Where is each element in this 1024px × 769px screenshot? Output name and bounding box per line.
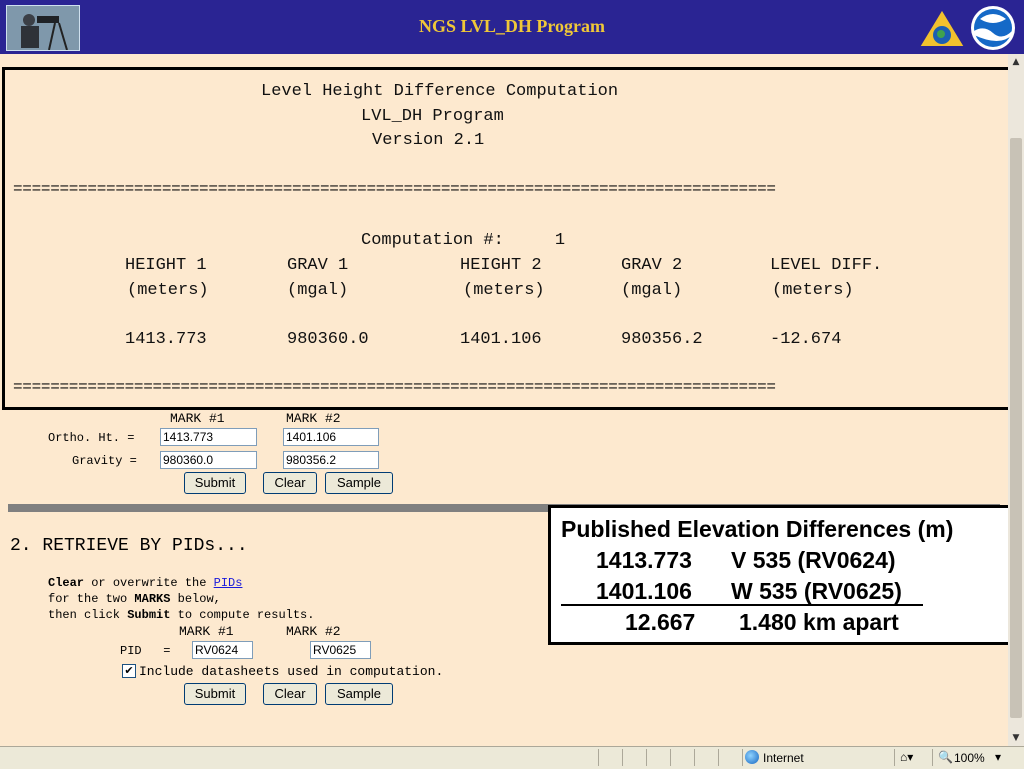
published-sum-rule [561,604,923,606]
result-separator-bottom: ========================================… [13,378,776,396]
form2-submit-button[interactable]: Submit [184,683,246,705]
header-height-1: HEIGHT 1 [125,256,207,275]
instr-text-1: or overwrite the [84,576,214,590]
unit-height-1: (meters) [127,281,209,300]
form2-sample-button[interactable]: Sample [325,683,393,705]
header-banner: NGS LVL_DH Program [0,0,1024,54]
ortho-ht-label: Ortho. Ht. = [48,431,135,445]
value-grav-2: 980356.2 [621,330,703,349]
status-cell [694,749,719,766]
gravity-mark2-input[interactable]: 980356.2 [283,451,379,469]
published-distance: 1.480 km apart [739,609,899,635]
include-datasheets-checkbox[interactable]: ✔ [122,664,136,678]
zoom-magnifier-icon[interactable]: 🔍 [938,750,953,764]
form2-mark1-label: MARK #1 [179,624,234,639]
instr-text-4: then click [48,608,128,622]
status-cell [622,749,647,766]
value-level-diff: -12.674 [770,330,842,349]
published-row1-value: 1413.773 [596,547,692,573]
header-grav-2: GRAV 2 [621,256,683,275]
form1-clear-button[interactable]: Clear [263,472,317,494]
pid-mark1-input[interactable]: RV0624 [192,641,253,659]
instr-submit-word: Submit [127,608,171,622]
computation-result-panel: Level Height Difference Computation LVL_… [2,67,1020,410]
pid-label: PID = [120,644,171,658]
include-datasheets-label: Include datasheets used in computation. [139,664,444,679]
zoom-dropdown-icon[interactable]: ▾ [995,750,1001,764]
published-row1-mark: V 535 (RV0624) [731,547,896,573]
form1-mark2-label: MARK #2 [286,411,341,426]
status-cell [646,749,671,766]
form2-clear-button[interactable]: Clear [263,683,317,705]
pid-mark2-input[interactable]: RV0625 [310,641,371,659]
header-grav-1: GRAV 1 [287,256,349,275]
form1-sample-button[interactable]: Sample [325,472,393,494]
instr-text-2: for the two [48,592,135,606]
result-version: Version 2.1 [372,131,485,150]
instr-text-3: below, [170,592,221,606]
published-diff-value: 12.667 [625,609,696,635]
published-title: Published Elevation Differences (m) [561,516,954,542]
value-grav-1: 980360.0 [287,330,369,349]
result-title: Level Height Difference Computation [261,82,619,101]
unit-grav-2: (mgal) [621,281,683,300]
scroll-down-arrow-icon[interactable]: ▼ [1008,730,1024,746]
form1-mark1-label: MARK #1 [170,411,225,426]
noaa-logo [971,6,1015,50]
form1-submit-button[interactable]: Submit [184,472,246,494]
status-cell [670,749,695,766]
pids-link[interactable]: PIDs [214,576,243,590]
page-title: NGS LVL_DH Program [418,16,605,36]
instructions-line-2: for the two MARKS below, [48,592,221,606]
protected-mode-icon[interactable]: ⌂▾ [900,750,913,764]
status-cell [718,749,743,766]
header-level-diff: LEVEL DIFF. [770,256,883,275]
published-row2-mark: W 535 (RV0625) [731,578,902,604]
zoom-level[interactable]: 100% [954,751,985,765]
status-cell [598,749,623,766]
form2-mark2-label: MARK #2 [286,624,341,639]
ngs-triangle-logo [917,7,967,48]
browser-status-bar: Internet ⌂▾ 🔍 100% ▾ [0,746,1024,769]
unit-height-2: (meters) [463,281,545,300]
section2-title: 2. RETRIEVE BY PIDs... [10,536,248,556]
gravity-mark1-input[interactable]: 980360.0 [160,451,257,469]
result-separator-top: ========================================… [13,180,776,198]
instr-text-5: to compute results. [170,608,315,622]
computation-number: Computation #: 1 [361,231,566,250]
ortho-ht-mark1-input[interactable]: 1413.773 [160,428,257,446]
scroll-up-arrow-icon[interactable]: ▲ [1008,54,1024,70]
instructions-line-1: Clear or overwrite the PIDs [48,576,242,590]
value-height-1: 1413.773 [125,330,207,349]
scrollbar-thumb[interactable] [1010,138,1022,718]
header-height-2: HEIGHT 2 [460,256,542,275]
unit-grav-1: (mgal) [287,281,349,300]
ortho-ht-mark2-input[interactable]: 1401.106 [283,428,379,446]
result-program-name: LVL_DH Program [361,107,504,126]
published-row2-value: 1401.106 [596,578,692,604]
value-height-2: 1401.106 [460,330,542,349]
unit-level-diff: (meters) [772,281,854,300]
instr-clear-word: Clear [48,576,85,590]
gravity-label: Gravity = [72,454,137,468]
security-zone-label: Internet [763,751,804,765]
instructions-line-3: then click Submit to compute results. [48,608,314,622]
instr-marks-word: MARKS [134,592,171,606]
internet-globe-icon [745,750,759,764]
published-differences-box: Published Elevation Differences (m) 1413… [548,505,1016,645]
